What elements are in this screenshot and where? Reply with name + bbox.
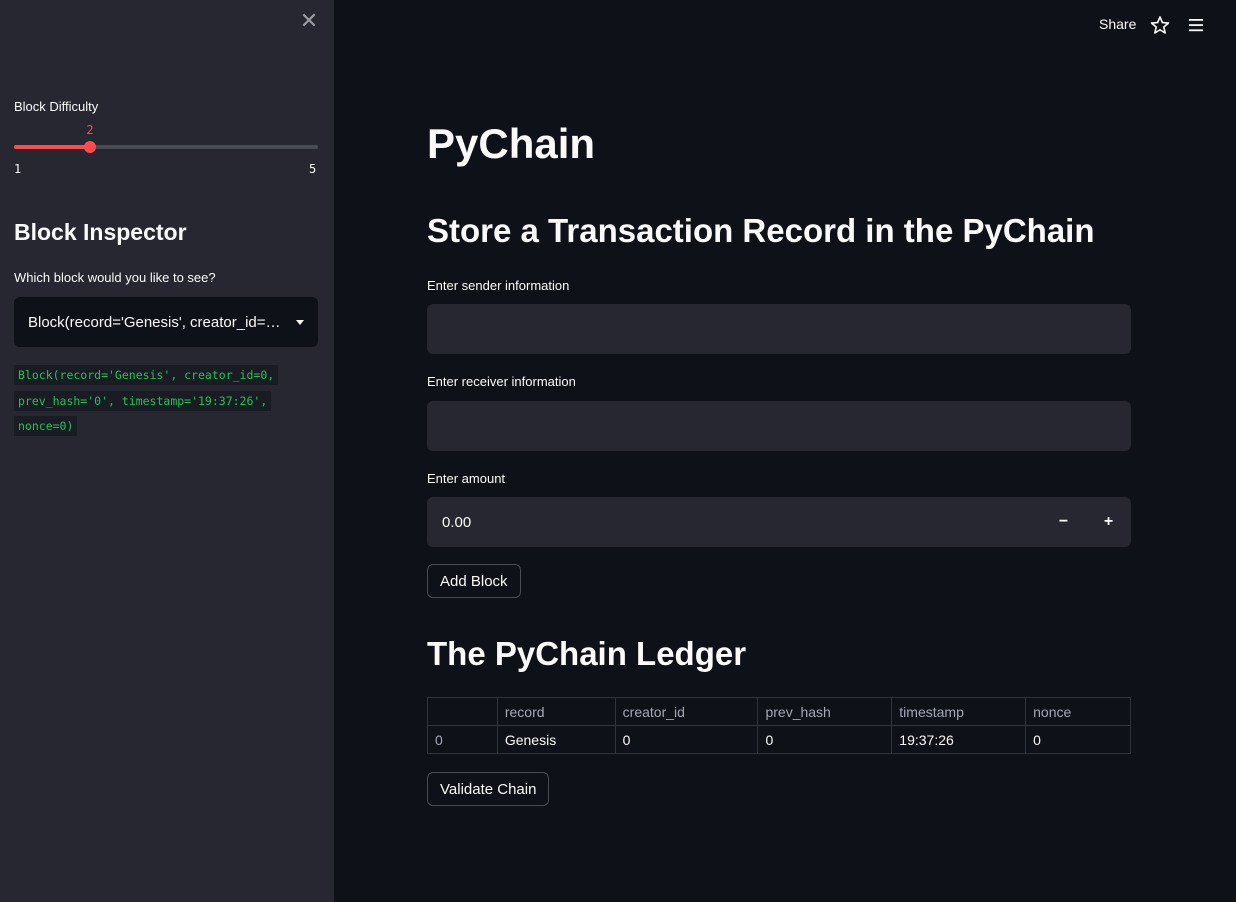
decrement-button[interactable]: − (1041, 497, 1086, 547)
sender-input[interactable] (427, 304, 1131, 354)
column-header-creator-id[interactable]: creator_id (614, 697, 759, 726)
slider-fill (14, 145, 90, 149)
receiver-label: Enter receiver information (427, 374, 576, 389)
column-header-prev-hash[interactable]: prev_hash (757, 697, 893, 726)
row-index-cell: 0 (427, 725, 498, 754)
ledger-table: record creator_id prev_hash timestamp no… (427, 697, 1131, 754)
amount-label: Enter amount (427, 471, 506, 486)
column-header-index[interactable] (427, 697, 498, 726)
code-line: nonce=0) (14, 416, 78, 436)
block-select[interactable]: Block(record='Genesis', creator_id=… (14, 297, 318, 347)
column-header-timestamp[interactable]: timestamp (891, 697, 1027, 726)
block-difficulty-label: Block Difficulty (14, 99, 99, 114)
sidebar: ✕ Block Difficulty 2 1 5 Block Inspector… (0, 0, 334, 902)
slider-max-label: 5 (309, 162, 317, 176)
block-code-output: Block(record='Genesis', creator_id=0, pr… (14, 363, 314, 440)
sender-label: Enter sender information (427, 278, 570, 293)
share-button[interactable]: Share (1099, 16, 1136, 32)
chevron-down-icon (296, 319, 304, 325)
star-icon[interactable] (1150, 14, 1170, 36)
block-difficulty-slider[interactable] (14, 141, 318, 153)
receiver-input[interactable] (427, 401, 1131, 451)
timestamp-cell: 19:37:26 (891, 725, 1027, 754)
block-select-value: Block(record='Genesis', creator_id=… (28, 313, 281, 331)
add-block-button[interactable]: Add Block (427, 564, 521, 598)
column-header-nonce[interactable]: nonce (1025, 697, 1131, 726)
store-transaction-heading: Store a Transaction Record in the PyChai… (427, 212, 1095, 249)
increment-button[interactable]: + (1086, 497, 1131, 547)
page-title: PyChain (427, 120, 596, 167)
column-header-record[interactable]: record (496, 697, 616, 726)
creator-id-cell: 0 (614, 725, 759, 754)
amount-number-input[interactable]: 0.00 − + (427, 497, 1131, 547)
ledger-heading: The PyChain Ledger (427, 635, 747, 672)
record-cell: Genesis (496, 725, 616, 754)
slider-min-label: 1 (14, 162, 22, 176)
slider-current-value: 2 (86, 123, 94, 137)
nonce-cell: 0 (1025, 725, 1131, 754)
block-inspector-heading: Block Inspector (14, 219, 187, 245)
code-line: Block(record='Genesis', creator_id=0, (14, 365, 279, 385)
code-line: prev_hash='0', timestamp='19:37:26', (14, 390, 272, 411)
slider-thumb[interactable] (84, 141, 96, 153)
validate-chain-button[interactable]: Validate Chain (427, 772, 550, 806)
table-header-row: record creator_id prev_hash timestamp no… (427, 697, 1131, 726)
close-sidebar-icon[interactable]: ✕ (298, 10, 320, 32)
prev-hash-cell: 0 (757, 725, 893, 754)
block-select-label: Which block would you like to see? (14, 270, 216, 285)
table-row: 0 Genesis 0 0 19:37:26 0 (427, 725, 1131, 754)
amount-input-value[interactable]: 0.00 (427, 514, 1041, 531)
hamburger-menu-icon[interactable] (1187, 14, 1205, 36)
app: ✕ Block Difficulty 2 1 5 Block Inspector… (0, 0, 1236, 902)
